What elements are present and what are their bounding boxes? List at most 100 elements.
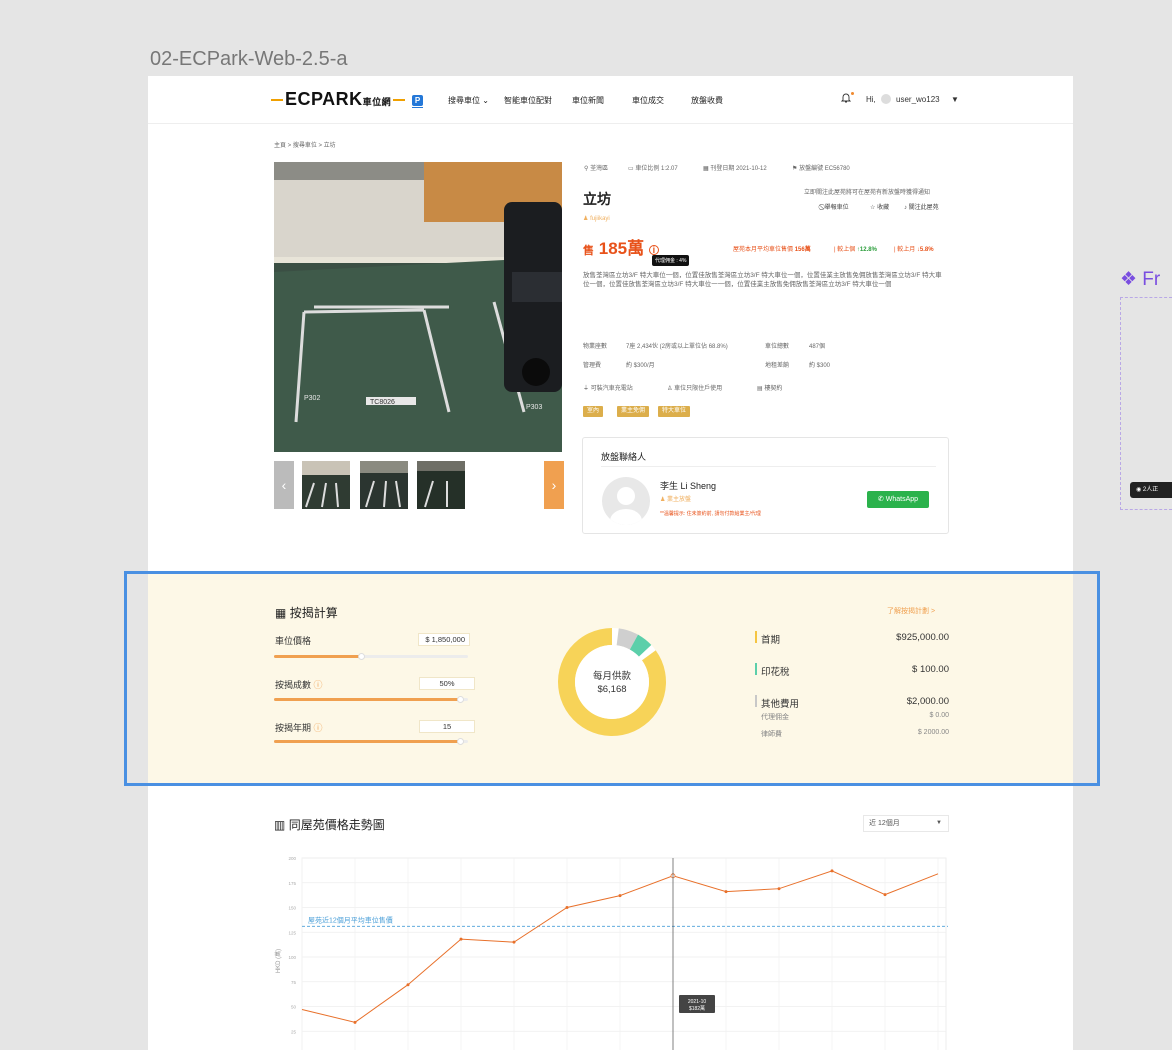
thumbnail-strip: ‹ › <box>274 461 564 509</box>
thumbnail[interactable] <box>417 461 465 509</box>
bell-outline-icon: ♪ <box>904 205 907 211</box>
next-photo-button[interactable]: › <box>544 461 564 509</box>
contact-warning: **溫馨提示: 住未簽約前, 請勿付款給業主/代理 <box>660 511 761 517</box>
y-tick-label: 150 <box>288 906 296 911</box>
greeting: Hi, <box>866 95 876 104</box>
owner-name: ♟ fujiikayi <box>583 216 610 222</box>
y-tick-label: 75 <box>291 980 297 985</box>
y-tick-label: 125 <box>288 930 296 935</box>
listing-title: 立坊 <box>583 191 611 207</box>
data-point[interactable] <box>777 887 781 891</box>
side-frame-label: ❖ Fr <box>1120 269 1161 290</box>
mgmt-value: 約 $300/月 <box>626 363 655 369</box>
contact-avatar <box>602 477 650 525</box>
main-photo[interactable]: P302 TC8026 P303 <box>274 162 562 452</box>
listing-ref: ⚑ 放盤編號 EC56780 <box>792 166 850 172</box>
trend-title: ▥ 同屋苑價格走勢圖 <box>274 818 385 832</box>
info-icon[interactable]: i <box>648 244 659 255</box>
tag-indoor: 室內 <box>583 406 604 417</box>
feature-ev-charger: ⏚ 可裝汽車充電站 <box>583 386 633 392</box>
breadcrumb[interactable]: 主頁 > 搜尋車位 > 立坊 <box>274 140 336 149</box>
district: ⚲ 荃灣區 <box>584 166 609 172</box>
follow-note: 立即關注此屋苑將可在屋苑有新放盤時獲得通知 <box>804 190 931 196</box>
chart-tooltip: 2021-10 $182萬 <box>679 995 715 1013</box>
user-icon: ♟ <box>583 216 589 222</box>
user-avatar-icon[interactable] <box>881 94 891 104</box>
thumbnail[interactable] <box>302 461 350 509</box>
tooltip-date: 2021-10 <box>688 999 707 1005</box>
side-frame-badge: ◉ 2人正 <box>1130 482 1172 498</box>
commission-tooltip: 代理佣金 : 4% <box>652 255 690 266</box>
follow-button[interactable]: ♪ 關注此屋苑 <box>904 202 939 211</box>
username[interactable]: user_wo123 <box>896 95 940 104</box>
flag-icon: ⚑ <box>792 166 798 172</box>
y-tick-label: 175 <box>288 881 296 886</box>
mgmt-label: 管理費 <box>583 363 602 369</box>
data-point[interactable] <box>724 890 728 894</box>
report-button[interactable]: ⃠ 舉報車位 <box>823 202 849 212</box>
data-point[interactable] <box>512 940 516 944</box>
nav-news[interactable]: 車位新聞 <box>572 95 604 106</box>
average-line-label: 屋苑近12個月平均車位售價 <box>308 915 393 924</box>
data-point[interactable] <box>565 906 569 909</box>
chevron-down-icon: ⌄ <box>482 96 489 105</box>
bay-label-p303: P303 <box>526 404 542 411</box>
y-axis-label: HKD (萬) <box>274 949 282 973</box>
units-value: 7座 2,434伙 (2房或以上單位佔 68.8%) <box>626 344 728 350</box>
y-tick-label: 200 <box>288 856 296 861</box>
tooltip-value: $182萬 <box>689 1005 705 1012</box>
contact-card: 放盤聯絡人 李生 Li Sheng ♟ 業主放盤 **溫馨提示: 住未簽約前, … <box>582 437 949 534</box>
contact-heading: 放盤聯絡人 <box>601 452 647 462</box>
nav-transactions[interactable]: 車位成交 <box>632 95 664 106</box>
nav-pricing[interactable]: 放盤收費 <box>691 95 723 106</box>
location-pin-icon: ⚲ <box>584 166 589 172</box>
frame-title: 02-ECPark-Web-2.5-a <box>150 48 348 70</box>
range-select[interactable]: 近 12個月 ▼ <box>863 815 949 832</box>
notification-dot <box>851 92 854 95</box>
logo[interactable]: ECPARK車位網 <box>269 89 407 110</box>
units-label: 物業座數 <box>583 344 608 350</box>
side-frame <box>1120 297 1172 510</box>
mom-change: | 較上個 ↑12.8% <box>834 247 877 253</box>
data-point[interactable] <box>830 869 834 873</box>
spaces-value: 487個 <box>809 344 826 350</box>
data-point[interactable] <box>618 894 622 898</box>
parking-p-icon: P <box>412 95 423 106</box>
selection-highlight <box>124 571 1100 786</box>
calendar-icon: ▦ <box>703 166 709 172</box>
prev-photo-button[interactable]: ‹ <box>274 461 294 509</box>
document-icon: ▤ <box>757 386 763 392</box>
nav-smart-match[interactable]: 智能車位配對 <box>504 95 552 106</box>
posted-date: ▦ 刊登日期 2021-10-12 <box>703 166 767 172</box>
data-point[interactable] <box>459 937 463 941</box>
tag-large-space: 特大車位 <box>658 406 691 417</box>
data-point[interactable] <box>406 983 410 987</box>
bay-label-tc8026: TC8026 <box>370 399 395 406</box>
contact-name: 李生 Li Sheng <box>660 481 717 491</box>
data-point[interactable] <box>883 893 887 897</box>
nav-search[interactable]: 搜尋車位 ⌄ <box>448 95 489 106</box>
bell-icon[interactable] <box>841 92 851 103</box>
data-point[interactable] <box>353 1020 357 1024</box>
y-tick-label: 25 <box>291 1029 297 1034</box>
price-trend-chart[interactable]: 25 50 75 100 125 150 175 200 HKD (萬) 屋苑近12個月平均車… <box>274 846 954 1050</box>
thumbnail[interactable] <box>360 461 408 509</box>
plug-icon: ⏚ <box>583 386 590 392</box>
feature-deed: ▤ 樓契約 <box>757 386 783 392</box>
page: ECPARK車位網 P 搜尋車位 ⌄ 智能車位配對 車位新聞 車位成交 放盤收費… <box>148 76 1073 1050</box>
user-menu-caret-icon[interactable]: ▼ <box>951 95 959 104</box>
bay-label-p302: P302 <box>304 395 320 402</box>
person-icon: ♙ <box>667 386 673 392</box>
star-icon: ☆ <box>870 205 876 211</box>
y-tick-label: 50 <box>291 1005 297 1010</box>
save-button[interactable]: ☆ 收藏 <box>870 202 889 211</box>
whatsapp-icon: ✆ <box>877 496 884 503</box>
contact-role: ♟ 業主放盤 <box>660 497 692 503</box>
bar-chart-icon: ▥ <box>274 818 286 832</box>
feature-residents-only: ♙ 車位只限住戶使用 <box>667 386 723 392</box>
whatsapp-button[interactable]: ✆ WhatsApp <box>867 491 929 508</box>
top-nav: ECPARK車位網 P 搜尋車位 ⌄ 智能車位配對 車位新聞 車位成交 放盤收費… <box>148 76 1073 124</box>
car-icon: ▭ <box>628 166 634 172</box>
y-tick-label: 100 <box>288 955 296 960</box>
last-month-change: | 較上月 ↓5.8% <box>894 247 934 253</box>
